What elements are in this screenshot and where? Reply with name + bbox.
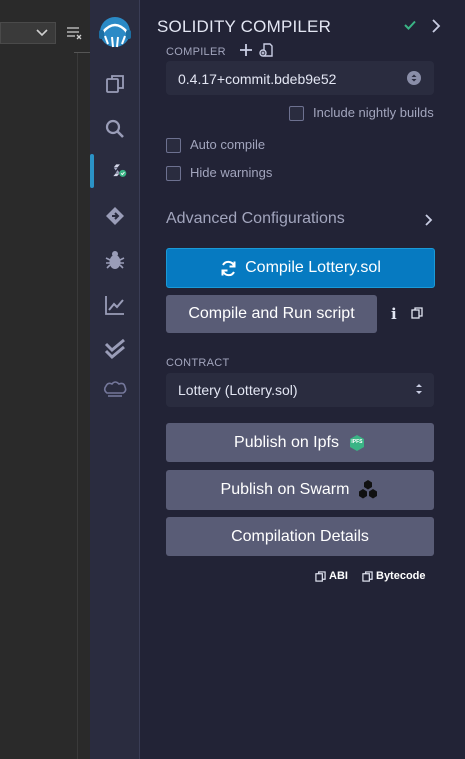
refresh-icon: [221, 260, 236, 276]
copy-icon: [362, 570, 373, 582]
check-icon: [404, 20, 416, 30]
publish-swarm-label: Publish on Swarm: [220, 481, 350, 498]
unit-testing-icon[interactable]: [103, 337, 127, 361]
editor-dropdown[interactable]: [0, 22, 56, 44]
publish-ipfs-button[interactable]: Publish on Ipfs IPFS: [166, 423, 434, 462]
advanced-configurations-toggle[interactable]: Advanced Configurations: [166, 210, 345, 228]
select-arrows-icon: [416, 384, 422, 394]
include-nightly-checkbox[interactable]: [289, 106, 304, 121]
hide-warnings-checkbox[interactable]: [166, 166, 181, 181]
hide-warnings-label: Hide warnings: [190, 165, 273, 180]
solidity-compiler-icon[interactable]: [103, 159, 127, 183]
compiler-version-select[interactable]: 0.4.17+commit.bdeb9e52: [166, 61, 434, 95]
divider: [74, 52, 90, 53]
search-icon[interactable]: [103, 117, 127, 141]
plus-icon[interactable]: [239, 43, 253, 57]
compiler-label: COMPILER: [166, 46, 226, 58]
deploy-run-icon[interactable]: [103, 204, 127, 228]
chevron-right-icon[interactable]: [430, 18, 442, 34]
compilation-details-button[interactable]: Compilation Details: [166, 517, 434, 556]
abi-label: ABI: [329, 570, 348, 582]
load-file-icon[interactable]: [259, 43, 273, 57]
file-explorer-icon[interactable]: [103, 72, 127, 96]
icon-bar: [90, 0, 140, 759]
active-indicator: [90, 154, 94, 188]
swarm-icon: [359, 480, 378, 499]
select-arrows-icon: [407, 71, 421, 85]
copy-bytecode-link[interactable]: Bytecode: [362, 570, 426, 582]
analysis-icon[interactable]: [103, 293, 127, 317]
auto-compile-checkbox[interactable]: [166, 138, 181, 153]
remix-logo-icon[interactable]: [95, 14, 135, 54]
compile-button[interactable]: Compile Lottery.sol: [166, 248, 435, 288]
editor-strip: [0, 0, 90, 759]
copy-abi-link[interactable]: ABI: [315, 570, 348, 582]
solidity-compiler-panel: SOLIDITY COMPILER COMPILER 0.4.17+commit…: [141, 0, 465, 759]
divider: [77, 52, 78, 759]
bytecode-label: Bytecode: [376, 570, 426, 582]
compile-button-label: Compile Lottery.sol: [245, 259, 381, 276]
panel-title: SOLIDITY COMPILER: [157, 17, 332, 36]
contract-select[interactable]: Lottery (Lottery.sol): [166, 373, 434, 407]
list-menu-icon[interactable]: [66, 26, 82, 40]
info-icon[interactable]: i: [391, 305, 397, 323]
chef-hat-icon[interactable]: [103, 377, 127, 401]
publish-ipfs-label: Publish on Ipfs: [234, 433, 339, 451]
ipfs-badge-text: IPFS: [351, 438, 363, 445]
auto-compile-label: Auto compile: [190, 137, 266, 152]
chevron-down-icon: [36, 29, 48, 37]
compiler-version-value: 0.4.17+commit.bdeb9e52: [178, 71, 337, 87]
chevron-right-icon[interactable]: [424, 213, 434, 227]
publish-swarm-button[interactable]: Publish on Swarm: [166, 470, 434, 510]
compilation-details-label: Compilation Details: [231, 527, 369, 545]
debugger-icon[interactable]: [103, 248, 127, 272]
contract-label: CONTRACT: [166, 357, 230, 369]
copy-icon: [315, 570, 326, 582]
include-nightly-label: Include nightly builds: [313, 105, 434, 120]
ipfs-icon: IPFS: [348, 434, 366, 452]
copy-icon[interactable]: [411, 307, 423, 319]
contract-select-value: Lottery (Lottery.sol): [178, 382, 298, 398]
compile-run-script-label: Compile and Run script: [188, 305, 355, 322]
compile-run-script-button[interactable]: Compile and Run script: [166, 295, 377, 333]
